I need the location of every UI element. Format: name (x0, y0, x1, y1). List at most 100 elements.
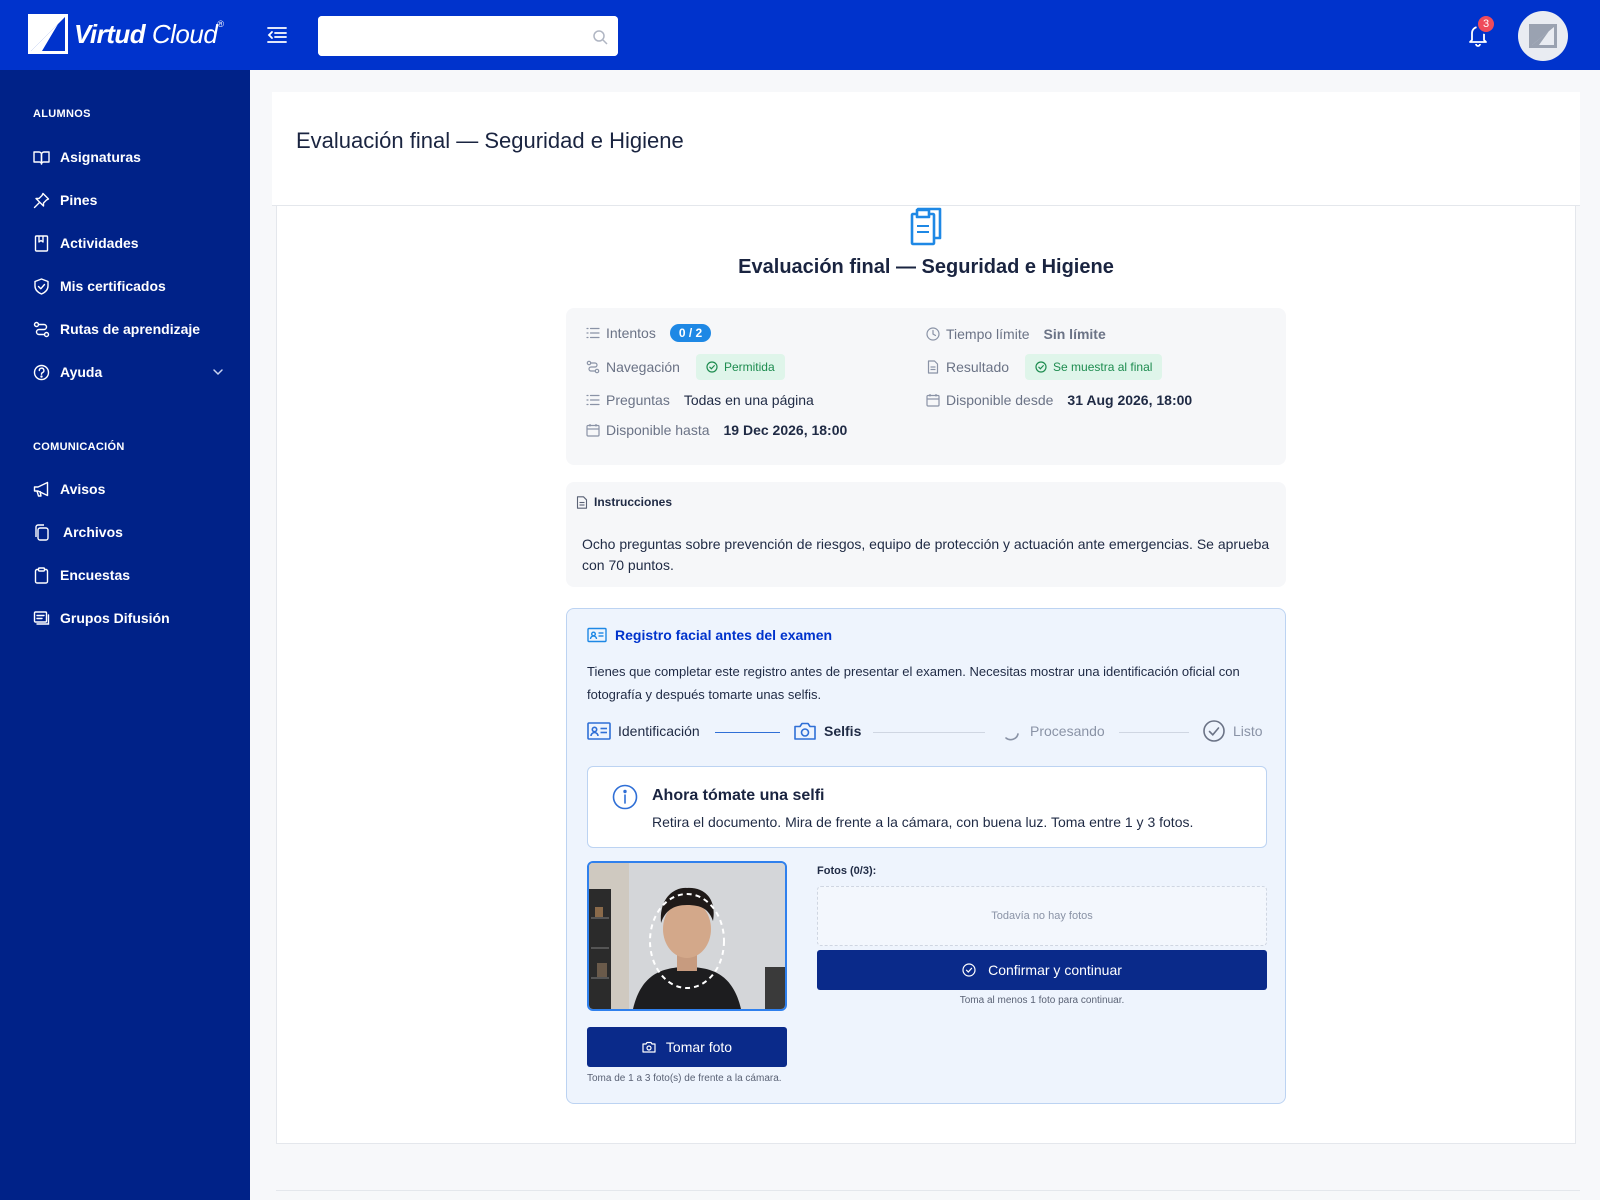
notifications-count-badge: 3 (1476, 14, 1496, 34)
camera-preview (587, 861, 787, 1011)
shield-icon (34, 277, 49, 295)
detail-available-until: Disponible hasta 19 Dec 2026, 18:00 (586, 422, 847, 438)
take-photo-label: Tomar foto (665, 1039, 733, 1055)
take-photo-hint: Toma de 1 a 3 foto(s) de frente a la cám… (587, 1073, 782, 1084)
page-header: Evaluación final — Seguridad e Higiene (272, 92, 1580, 206)
navigation-badge-label: Permitida (723, 360, 775, 374)
detail-label: Tiempo límite (946, 326, 1030, 342)
navigation-badge: Permitida (695, 354, 785, 380)
alert-text: Retira el documento. Mira de frente a la… (652, 814, 1194, 830)
detail-attempts: Intentos 0 / 2 (586, 324, 712, 342)
result-badge: Se muestra al final (1025, 354, 1163, 380)
pin-icon (33, 192, 50, 208)
clipboard-icon (34, 566, 49, 584)
exam-details: Intentos 0 / 2 Tiempo límite Sin límite … (566, 308, 1286, 465)
detail-result: Resultado Se muestra al final (926, 354, 1163, 380)
step-listo: Listo (1202, 720, 1263, 742)
bookmark-icon (34, 234, 49, 252)
sidebar-item-label: Mis certificados (60, 278, 166, 294)
step-label: Identificación (618, 723, 700, 739)
alert-title: Ahora tómate una selfi (652, 787, 825, 804)
avatar-placeholder-icon (1529, 24, 1557, 48)
confirm-continue-button[interactable]: Confirmar y continuar (817, 950, 1267, 990)
detail-questions: Preguntas Todas en una página (586, 392, 814, 408)
sidebar-item-label: Encuestas (60, 567, 131, 583)
step-identificacion: Identificación (587, 720, 700, 742)
sidebar-item-grupos-difusion[interactable]: Grupos Difusión (33, 604, 233, 632)
sidebar-item-encuestas[interactable]: Encuestas (33, 561, 233, 589)
confirm-continue-label: Confirmar y continuar (988, 962, 1122, 978)
megaphone-icon (33, 481, 49, 497)
user-avatar[interactable] (1518, 11, 1568, 61)
list-icon (586, 394, 600, 406)
search-input[interactable] (318, 16, 618, 56)
document-icon (576, 495, 588, 509)
check-circle-icon (962, 963, 976, 977)
step-selfis: Selfis (793, 720, 861, 742)
sidebar-item-asignaturas[interactable]: Asignaturas (33, 143, 233, 171)
detail-value: 31 Aug 2026, 18:00 (1067, 392, 1193, 408)
search-icon[interactable] (592, 29, 608, 45)
step-label: Listo (1233, 723, 1263, 739)
attempts-badge: 0 / 2 (669, 324, 712, 342)
spinner-icon (1005, 733, 1019, 741)
detail-label: Resultado (946, 359, 1010, 375)
face-registration-title: Registro facial antes del examen (615, 627, 833, 643)
sidebar-item-avisos[interactable]: Avisos (33, 475, 233, 503)
instructions-text: Ocho preguntas sobre prevención de riesg… (582, 536, 1270, 573)
detail-value: Todas en una página (683, 392, 814, 408)
book-icon (33, 150, 50, 165)
webcam-feed (589, 863, 785, 1009)
sidebar-item-label: Actividades (60, 235, 139, 251)
search-box (318, 16, 618, 56)
take-photo-button[interactable]: Tomar foto (587, 1027, 787, 1067)
brand-name: Virtud Cloud® (74, 18, 224, 50)
step-connector (715, 732, 780, 733)
instructions-header: Instrucciones (576, 495, 672, 509)
step-label: Selfis (824, 723, 862, 739)
check-circle-icon (706, 361, 718, 373)
detail-label: Intentos (606, 325, 656, 341)
sidebar-item-actividades[interactable]: Actividades (33, 229, 233, 257)
exam-title: Evaluación final — Seguridad e Higiene (738, 256, 1114, 278)
route-icon (33, 321, 50, 337)
page-title: Evaluación final — Seguridad e Higiene (296, 128, 684, 153)
detail-label: Preguntas (606, 392, 670, 408)
camera-icon (794, 722, 816, 740)
photos-count-label: Fotos (0/3): (817, 865, 877, 877)
sidebar-item-label: Archivos (63, 524, 123, 540)
sidebar-item-mis-certificados[interactable]: Mis certificados (33, 272, 233, 300)
detail-navigation: Navegación Permitida (586, 354, 785, 380)
menu-collapse-icon[interactable] (266, 24, 288, 46)
instructions-box: Instrucciones Ocho preguntas sobre preve… (566, 482, 1286, 587)
id-card-icon (587, 627, 607, 643)
info-icon (612, 784, 638, 810)
route-small-icon (586, 360, 600, 374)
brand-name-bold: Virtud (74, 18, 146, 49)
step-label: Procesando (1030, 723, 1105, 739)
list-icon (586, 327, 600, 339)
sidebar-item-rutas-de-aprendizaje[interactable]: Rutas de aprendizaje (33, 315, 233, 343)
broadcast-icon (33, 610, 50, 625)
detail-value: Sin límite (1043, 326, 1106, 342)
brand-logo[interactable]: Virtud Cloud® (28, 14, 224, 54)
sidebar-section-comunicacion: COMUNICACIÓN (33, 441, 125, 453)
help-icon (33, 364, 50, 380)
selfie-alert: Ahora tómate una selfi Retira el documen… (587, 766, 1267, 848)
sidebar-item-label: Ayuda (60, 364, 103, 380)
calendar-icon (926, 394, 940, 407)
step-procesando: Procesando (999, 720, 1105, 742)
sidebar-item-pines[interactable]: Pines (33, 186, 233, 214)
sidebar-item-label: Pines (60, 192, 98, 208)
detail-label: Disponible desde (946, 392, 1054, 408)
detail-label: Navegación (606, 359, 680, 375)
chevron-down-icon[interactable] (212, 366, 224, 378)
confirm-hint: Toma al menos 1 foto para continuar. (959, 995, 1125, 1006)
sidebar-item-ayuda[interactable]: Ayuda (33, 358, 233, 386)
instructions-title: Instrucciones (594, 495, 673, 509)
sidebar-item-archivos[interactable]: Archivos (33, 518, 233, 546)
exam-clipboard-icon (910, 207, 942, 246)
clock-icon (926, 327, 940, 341)
face-registration-panel: Registro facial antes del examen Tienes … (566, 608, 1286, 1104)
brand-name-light: Cloud (151, 18, 218, 49)
